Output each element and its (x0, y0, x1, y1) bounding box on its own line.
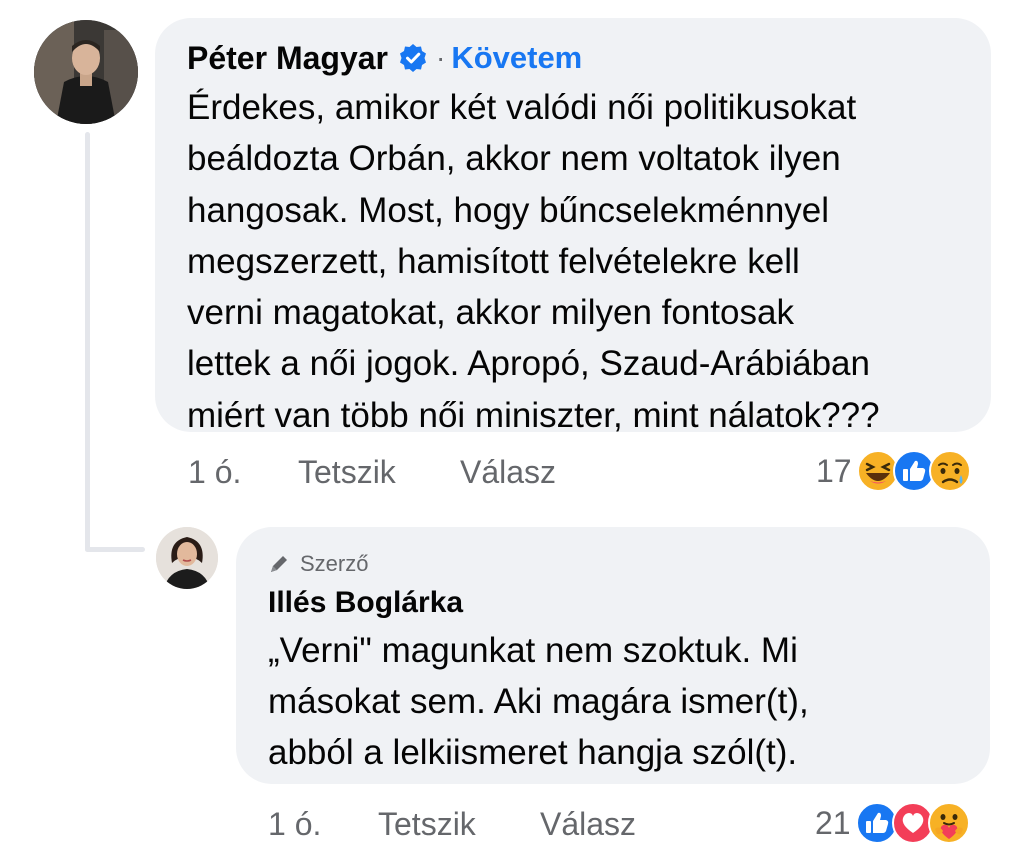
avatar[interactable] (34, 20, 138, 124)
reply-button[interactable]: Válasz (540, 806, 636, 843)
reaction-summary[interactable]: 17 (816, 449, 972, 493)
like-button[interactable]: Tetszik (298, 454, 396, 491)
sad-icon (928, 450, 971, 492)
reply-text-line: „Verni" magunkat nem szoktuk. Mi (268, 631, 798, 670)
comment-text-line: miért van több női miniszter, mint nálat… (187, 395, 880, 435)
thread-connector-branch (85, 547, 145, 552)
reply-author-name[interactable]: Illés Boglárka (268, 585, 960, 621)
pen-icon (271, 556, 287, 572)
avatar[interactable] (156, 527, 218, 589)
comment-text-line: lettek a női jogok. Apropó, Szaud-Arábiá… (187, 344, 870, 384)
follow-button[interactable]: Követem (451, 40, 582, 76)
reply-button[interactable]: Válasz (460, 454, 556, 491)
comment-bubble: Péter Magyar · Követem Érdekes, amikor k… (155, 18, 991, 435)
comment-author-name[interactable]: Péter Magyar (187, 40, 388, 77)
comment-text-line: megszerzett, hamisított felvételekre kel… (187, 241, 800, 281)
comment-text-line: Érdekes, amikor két valódi női politikus… (187, 88, 857, 127)
reply-bubble: Szerző Illés Boglárka „Verni" magunkat n… (236, 527, 990, 784)
reaction-count: 21 (815, 804, 851, 841)
care-icon (927, 802, 970, 844)
separator-dot: · (435, 42, 446, 73)
reply-timestamp[interactable]: 1 ó. (268, 806, 321, 843)
thread-connector-line (85, 132, 90, 552)
reaction-count: 17 (816, 452, 852, 489)
comment-text: Érdekes, amikor két valódi női politikus… (187, 82, 967, 441)
reply-text-line: másokat sem. Aki magára ismer(t), (268, 682, 809, 721)
reply-text-line: abból a lelkiismeret hangja szól(t). (268, 733, 798, 772)
comment-text-line: hangosak. Most, hogy bűncselekménnyel (187, 190, 830, 230)
reaction-summary[interactable]: 21 (815, 801, 971, 845)
comment-timestamp[interactable]: 1 ó. (188, 454, 241, 491)
like-button[interactable]: Tetszik (378, 806, 476, 843)
comment-text-line: beáldozta Orbán, akkor nem voltatok ilye… (187, 139, 841, 179)
verified-badge-icon (399, 44, 426, 72)
avatar-photo-icon (156, 527, 218, 589)
reply-text: „Verni" magunkat nem szoktuk. Mi másokat… (268, 625, 968, 778)
author-badge-label: Szerző (300, 551, 369, 576)
avatar-photo-icon (34, 20, 138, 124)
comment-text-line: verni magatokat, akkor milyen fontosak (187, 293, 794, 333)
author-badge: Szerző (268, 551, 960, 577)
